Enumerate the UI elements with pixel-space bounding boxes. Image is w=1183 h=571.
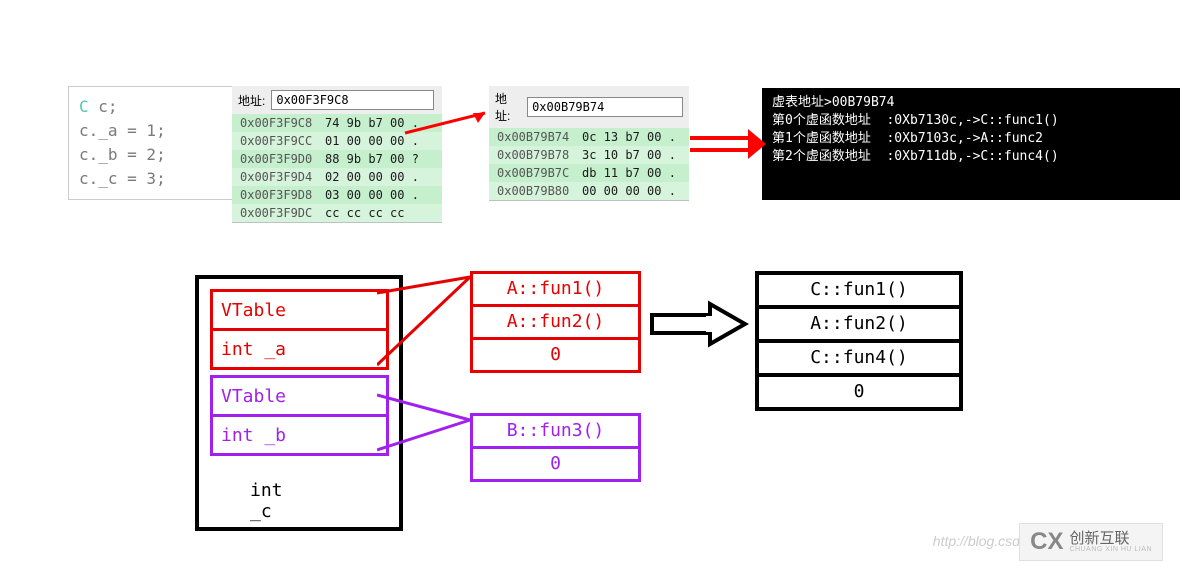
- memory-table: 0x00B79B740c 13 b7 00 .0x00B79B783c 10 b…: [489, 128, 689, 200]
- member-int-b: int _b: [210, 414, 389, 456]
- member-vtable-a: VTable: [210, 289, 389, 331]
- vtable-b: B::fun3() 0: [470, 413, 641, 482]
- code-line: c._c = 3;: [79, 167, 229, 191]
- vtable-row: B::fun3(): [473, 416, 638, 449]
- code-type: C: [79, 97, 89, 116]
- memory-window-2: 地址: 0x00B79B740c 13 b7 00 .0x00B79B783c …: [489, 86, 689, 201]
- member-int-c: int _c: [250, 480, 283, 522]
- memory-window-1: 地址: 0x00F3F9C874 9b b7 00 .0x00F3F9CC01 …: [232, 86, 442, 223]
- arrow-red-icon: [400, 108, 500, 138]
- address-label: 地址:: [238, 92, 265, 109]
- member-int-a: int _a: [210, 328, 389, 370]
- memory-row: 0x00F3F9D803 00 00 00 .: [232, 186, 442, 204]
- logo-icon: CX: [1030, 528, 1063, 556]
- code-var: c;: [89, 97, 118, 116]
- code-snippet: C c; c._a = 1; c._b = 2; c._c = 3;: [68, 86, 240, 200]
- console-line: 第1个虚函数地址 :0Xb7103c,->A::func2: [772, 130, 1170, 148]
- code-line: c._b = 2;: [79, 143, 229, 167]
- memory-row: 0x00B79B740c 13 b7 00 .: [489, 128, 689, 146]
- memory-row: 0x00B79B7Cdb 11 b7 00 .: [489, 164, 689, 182]
- logo-sub: CHUANG XIN HU LIAN: [1069, 546, 1152, 553]
- address-input[interactable]: [271, 90, 434, 110]
- memory-row: 0x00B79B783c 10 b7 00 .: [489, 146, 689, 164]
- memory-row: 0x00B79B8000 00 00 00 .: [489, 182, 689, 200]
- memory-row: 0x00F3F9D088 9b b7 00 ?: [232, 150, 442, 168]
- console-line: 虚表地址>00B79B74: [772, 94, 1170, 112]
- vtable-merged: C::fun1() A::fun2() C::fun4() 0: [755, 271, 963, 411]
- console-line: 第2个虚函数地址 :0Xb711db,->C::func4(): [772, 148, 1170, 166]
- logo: CX 创新互联 CHUANG XIN HU LIAN: [1019, 523, 1163, 561]
- logo-name: 创新互联: [1069, 531, 1152, 546]
- vtable-row: A::fun1(): [473, 274, 638, 307]
- vtable-row: C::fun1(): [759, 275, 959, 309]
- memory-row: 0x00F3F9D402 00 00 00 .: [232, 168, 442, 186]
- console-output: 虚表地址>00B79B74 第0个虚函数地址 :0Xb7130c,->C::fu…: [762, 88, 1180, 200]
- vtable-row: A::fun2(): [473, 307, 638, 340]
- member-vtable-b: VTable: [210, 375, 389, 417]
- vtable-row: 0: [473, 449, 638, 479]
- code-line: c._a = 1;: [79, 119, 229, 143]
- memory-row: 0x00F3F9DCcc cc cc cc: [232, 204, 442, 222]
- vtable-a: A::fun1() A::fun2() 0: [470, 271, 641, 373]
- vtable-row: C::fun4(): [759, 343, 959, 377]
- console-line: 第0个虚函数地址 :0Xb7130c,->C::func1(): [772, 112, 1170, 130]
- vtable-row: 0: [473, 340, 638, 370]
- arrow-black-icon: [650, 300, 750, 350]
- connector-lines: [377, 275, 477, 475]
- arrow-red-double-icon: [688, 125, 768, 165]
- vtable-row: 0: [759, 377, 959, 407]
- vtable-row: A::fun2(): [759, 309, 959, 343]
- address-input[interactable]: [527, 97, 683, 117]
